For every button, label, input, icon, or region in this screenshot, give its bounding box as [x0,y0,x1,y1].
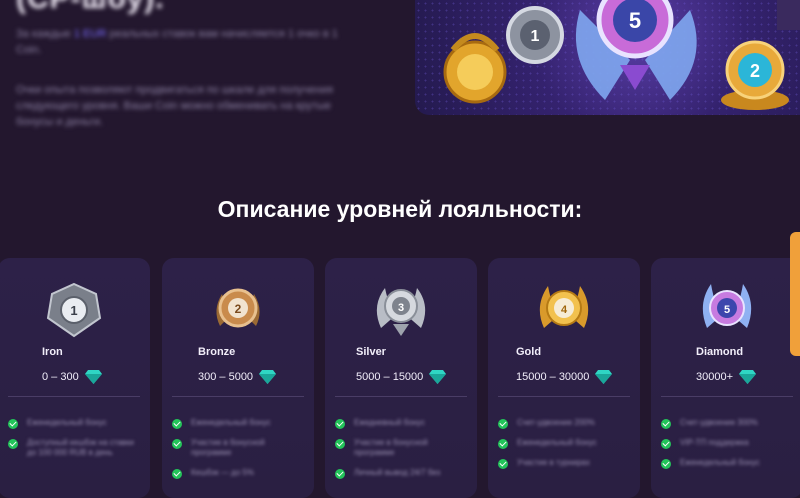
bronze-medal-icon: 2 [216,288,260,328]
check-icon [335,419,345,429]
level-name: Bronze [198,346,236,358]
level-name: Silver [356,346,386,358]
check-icon [8,419,18,429]
gem-icon [259,370,277,384]
gem-icon [429,370,447,384]
perk-item: Участие в турнирах [498,458,627,469]
card-divider [8,396,140,397]
svg-text:4: 4 [561,304,568,316]
perk-item: Личный вывод 24/7 без [335,468,464,479]
level-card-bronze: 2 Bronze 300 – 5000 Еженедельный бонус У… [162,258,314,498]
level-card-silver: 3 Silver 5000 – 15000 Ежедневный бонус У… [325,258,477,498]
level-range-value: 15000 – 30000 [516,371,590,383]
gold-medal-icon: 4 [539,286,589,328]
level-card-diamond: 5 Diamond 30000+ Счет-удвоение 300% VIP-… [651,258,800,498]
svg-text:2: 2 [235,302,242,316]
gold-bag-icon [443,33,507,104]
check-icon [498,459,508,469]
perk-item: VIP-ТП поддержка [661,438,790,449]
svg-text:5: 5 [629,8,641,33]
check-icon [172,469,182,479]
perk-text: Участие в бонусной программе [191,438,265,457]
perk-text: Еженедельный бонус [680,458,760,467]
perk-item: Кешбэк — до 5% [172,468,301,479]
intro-paragraph-1: За каждые 1 EUR реальных ставок вам начи… [16,26,361,58]
perk-text: Счет-удвоение 200% [517,418,595,427]
perk-text: VIP-ТП поддержка [680,438,749,447]
level-name: Iron [42,346,63,358]
check-icon [661,459,671,469]
perk-item: Участие в бонусной программе [335,438,464,458]
perk-item: Еженедельный бонус [661,458,790,469]
svg-text:1: 1 [70,303,77,318]
svg-text:2: 2 [750,61,760,81]
card-divider [335,396,467,397]
level-range: 30000+ [696,370,757,384]
perk-item: Счет-удвоение 200% [498,418,627,429]
perk-text: Личный вывод 24/7 без [354,468,441,477]
perk-item: Счет-удвоение 300% [661,418,790,429]
gem-icon [739,370,757,384]
perk-text: Еженедельный бонус [191,418,271,427]
card-divider [661,396,793,397]
perk-text: Счет-удвоение 300% [680,418,758,427]
check-icon [172,439,182,449]
level-name: Diamond [696,346,744,358]
level-range-value: 30000+ [696,371,734,383]
gem-icon [595,370,613,384]
check-icon [172,419,182,429]
perk-text: Участие в турнирах [517,458,590,467]
intro-paragraph-2: Очки опыта позволяют продвигаться по шка… [16,84,334,128]
level-range: 300 – 5000 [198,370,277,384]
perk-text: Еженедельный бонус [517,438,597,447]
level-range: 15000 – 30000 [516,370,613,384]
intro-highlight: 1 EUR [73,28,107,40]
card-divider [172,396,304,397]
silver-medal-icon: 3 [376,288,426,336]
check-icon [661,439,671,449]
perk-item: Доступный кешбэк на ставки до 100 000 RU… [8,438,137,458]
perk-text: Участие в бонусной программе [354,438,428,457]
card-divider [498,396,630,397]
perk-item: Еженедельный бонус [172,418,301,429]
level-range-value: 0 – 300 [42,371,79,383]
perk-item: Участие в бонусной программе [172,438,301,458]
check-icon [8,439,18,449]
svg-text:1: 1 [531,28,540,45]
iron-medal-icon: 1 [46,282,102,338]
perk-text: Ежедневный бонус [354,418,425,427]
level-range: 0 – 300 [42,370,102,384]
perk-text: Доступный кешбэк на ставки до 100 000 RU… [27,438,134,457]
loyalty-banner-image: 1 5 2 [415,0,800,115]
check-icon [498,439,508,449]
check-icon [498,419,508,429]
level-range: 5000 – 15000 [356,370,447,384]
check-icon [335,439,345,449]
diamond-medal-icon: 5 [702,284,752,328]
level-range-value: 5000 – 15000 [356,371,424,383]
gold-coins-icon: 2 [721,0,800,110]
intro-title: (CP-шоу). [16,0,165,16]
check-icon [335,469,345,479]
diamond-medal-icon: 5 [575,0,697,100]
level-range-value: 300 – 5000 [198,371,254,383]
side-tab-button[interactable] [790,232,800,356]
perk-item: Ежедневный бонус [335,418,464,429]
iron-medal-icon: 1 [506,6,564,64]
svg-text:5: 5 [724,304,730,316]
perk-text: Кешбэк — до 5% [191,468,254,477]
perk-text: Еженедельный бонус [27,418,107,427]
level-card-iron: 1 Iron 0 – 300 Еженедельный бонус Доступ… [0,258,150,498]
perk-item: Еженедельный бонус [8,418,137,429]
perk-item: Еженедельный бонус [498,438,627,449]
intro-text: За каждые [16,28,71,40]
level-card-gold: 4 Gold 15000 – 30000 Счет-удвоение 200% … [488,258,640,498]
svg-text:3: 3 [398,302,404,314]
check-icon [661,419,671,429]
level-name: Gold [516,346,542,358]
gem-icon [84,370,102,384]
section-title: Описание уровней лояльности: [217,196,583,222]
